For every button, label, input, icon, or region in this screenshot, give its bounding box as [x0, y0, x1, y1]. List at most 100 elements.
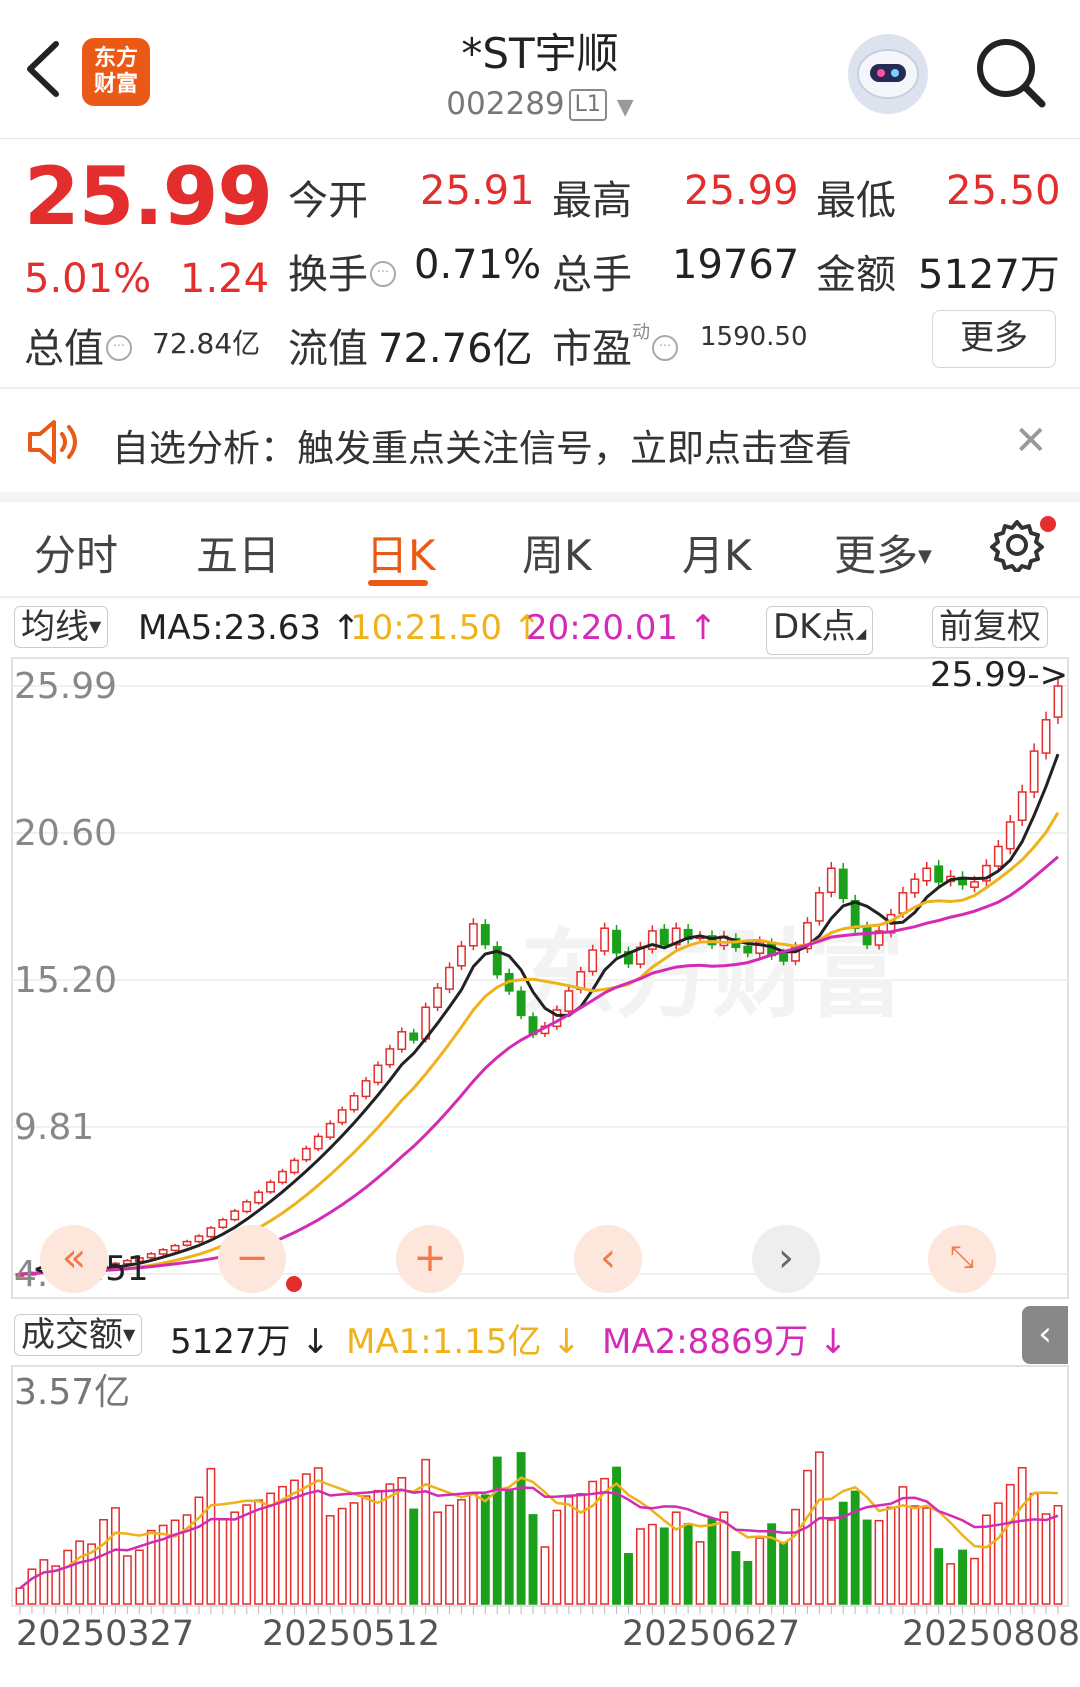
candle: [397, 1031, 407, 1051]
mktcap-label[interactable]: 总值 ···: [24, 316, 132, 374]
candle: [182, 1240, 192, 1246]
close-icon[interactable]: ✕: [1014, 418, 1048, 464]
gear-icon[interactable]: [990, 518, 1044, 572]
volume-bar: [361, 1495, 371, 1605]
volume-bar: [397, 1477, 407, 1605]
tab-more[interactable]: 更多▼: [834, 522, 932, 583]
float-value: 72.76亿: [378, 326, 533, 372]
zoom-out-button[interactable]: −: [218, 1225, 286, 1293]
search-icon[interactable]: [970, 32, 1050, 112]
volume-bar: [39, 1559, 49, 1605]
volume-bar: [755, 1537, 765, 1605]
candle: [254, 1191, 264, 1204]
tab-daily-k[interactable]: 日K: [366, 522, 436, 583]
candle: [1017, 791, 1027, 821]
candle: [433, 987, 443, 1008]
volume-current: 5127万 ↓: [170, 1322, 330, 1362]
divider: [0, 387, 1080, 389]
candle: [337, 1109, 347, 1124]
candle: [289, 1159, 299, 1174]
tab-intraday[interactable]: 分时: [34, 522, 118, 583]
volume-panel-frame: [11, 1365, 1069, 1607]
candle: [516, 990, 526, 1017]
volume-bar: [564, 1496, 574, 1605]
volume-bar: [707, 1518, 717, 1605]
volume-bar: [110, 1507, 120, 1605]
fullscreen-icon[interactable]: ⤡: [928, 1225, 996, 1293]
tab-monthly-k[interactable]: 月K: [682, 522, 752, 583]
adjust-type-button[interactable]: 前复权: [932, 606, 1048, 648]
volume-bar: [612, 1466, 622, 1605]
volume-bar: [1041, 1513, 1051, 1605]
volume-bar: [767, 1523, 777, 1605]
more-quote-button[interactable]: 更多: [932, 310, 1056, 368]
volume-bar: [814, 1451, 824, 1605]
volume-bar: [313, 1467, 323, 1605]
kline-chart[interactable]: 东方财富 25.9920.6015.209.814.41 25.99-> <-4…: [0, 656, 1080, 1676]
volume-bar: [254, 1499, 264, 1605]
candle: [564, 990, 574, 1012]
prev-button[interactable]: ‹: [574, 1225, 642, 1293]
tab-weekly-k[interactable]: 周K: [522, 522, 592, 583]
volume-bar: [826, 1519, 836, 1605]
signal-dot[interactable]: [286, 1276, 302, 1292]
turnover-label[interactable]: 换手 ···: [288, 242, 396, 300]
volume-bar: [981, 1514, 991, 1605]
candle: [826, 867, 836, 894]
level-badge: L1: [568, 89, 607, 121]
volume-bar: [230, 1511, 240, 1605]
next-button[interactable]: ›: [752, 1225, 820, 1293]
candle: [934, 865, 944, 883]
price-axis-label: 9.81: [14, 1107, 94, 1148]
ma10-value: 10:21.50 ↑: [350, 608, 542, 648]
pe-label[interactable]: 市盈动···: [552, 316, 678, 374]
zoom-in-button[interactable]: +: [396, 1225, 464, 1293]
low-value: 25.50: [946, 168, 1061, 214]
change-percent: 5.01%: [24, 256, 152, 302]
dk-point-button[interactable]: DK点◢: [766, 606, 874, 655]
candle: [814, 892, 824, 922]
candle: [970, 881, 979, 888]
volume-bar: [468, 1492, 478, 1605]
candle: [993, 845, 1003, 867]
volume-ma2: MA2:8869万 ↓: [602, 1322, 848, 1362]
volume-bar: [421, 1458, 431, 1605]
volume-bar: [504, 1488, 514, 1605]
candle: [146, 1253, 156, 1259]
volume-bar: [242, 1504, 252, 1605]
chevron-down-icon: ▼: [123, 1325, 136, 1344]
candle: [922, 867, 932, 882]
candle: [600, 927, 610, 952]
change-amount: 1.24: [180, 256, 270, 302]
ma-selector[interactable]: 均线▼: [14, 606, 109, 648]
chevron-down-icon: ▼: [616, 95, 634, 120]
volume-bar: [325, 1515, 335, 1605]
info-icon: ···: [106, 335, 132, 361]
price-axis-label: 15.20: [14, 960, 117, 1001]
divider: [0, 596, 1080, 598]
volume-bar: [1029, 1492, 1039, 1605]
high-label: 最高: [552, 178, 632, 224]
candle: [898, 892, 908, 914]
tab-five-day[interactable]: 五日: [196, 522, 280, 583]
notice-text[interactable]: 自选分析：触发重点关注信号，立即点击查看: [112, 418, 852, 472]
candle: [361, 1080, 371, 1098]
fast-back-button[interactable]: «: [40, 1225, 108, 1293]
volume-bar: [862, 1519, 872, 1605]
date-label: 20250512: [262, 1614, 441, 1654]
candle: [850, 899, 860, 929]
candle: [659, 928, 669, 946]
candle: [1029, 750, 1039, 793]
candle: [385, 1048, 395, 1066]
assistant-robot-icon[interactable]: [848, 34, 928, 114]
candle: [301, 1147, 311, 1161]
collapse-panel-button[interactable]: ‹: [1022, 1306, 1068, 1364]
volume-bar: [1005, 1483, 1015, 1605]
candle: [743, 945, 753, 954]
low-label: 最低: [816, 178, 896, 224]
volume-bar: [385, 1483, 395, 1605]
volume-indicator-selector[interactable]: 成交额▼: [14, 1314, 143, 1356]
candle: [194, 1235, 204, 1243]
pe-value: 1590.50: [700, 322, 808, 352]
candle: [1005, 821, 1015, 850]
